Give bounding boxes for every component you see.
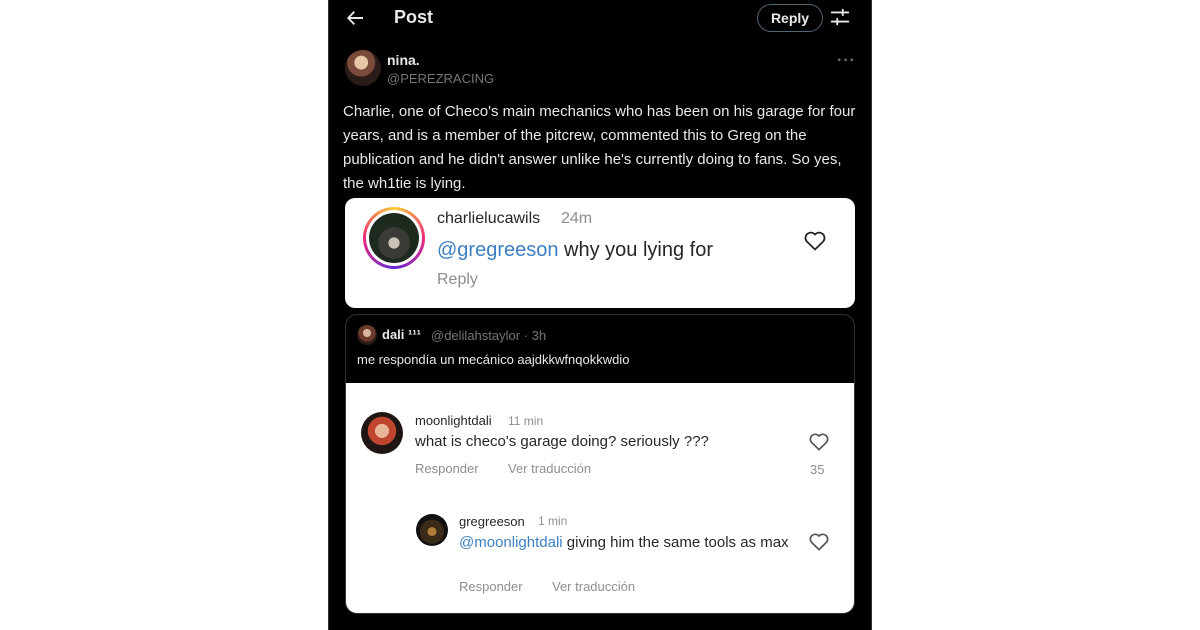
comment-body: why you lying for	[558, 239, 713, 261]
comment-time: 11 min	[508, 414, 544, 428]
arrow-left-icon[interactable]	[343, 6, 367, 30]
more-options-icon[interactable]: ···	[837, 52, 856, 70]
reply-username: gregreeson	[459, 514, 525, 529]
quoted-avatar	[357, 325, 377, 345]
heart-icon	[804, 231, 826, 251]
story-ring	[363, 207, 425, 269]
comment-translate-link: Ver traducción	[508, 461, 592, 476]
quoted-author-name: dali ¹¹¹	[382, 327, 421, 342]
quoted-comment-screenshot[interactable]: charlielucawils 24m @gregreeson why you …	[345, 198, 855, 308]
post-screen: Post Reply nina. @PEREZRACING ··· Charli…	[328, 0, 872, 630]
reply-reply-link: Responder	[459, 579, 523, 594]
comment-text: what is checo's garage doing? seriously …	[415, 433, 709, 450]
reply-avatar	[416, 514, 448, 546]
reply-button[interactable]: Reply	[757, 4, 823, 32]
post-text: Charlie, one of Checo's main mechanics w…	[343, 103, 856, 192]
heart-icon	[809, 533, 829, 551]
author-name[interactable]: nina.	[387, 52, 420, 68]
comment-avatar	[361, 412, 403, 454]
comment-reply-link: Reply	[437, 271, 478, 288]
quoted-author-meta: @delilahstaylor · 3h	[431, 328, 547, 343]
author-avatar[interactable]	[345, 50, 381, 86]
sliders-icon[interactable]	[829, 6, 851, 28]
comment-username: moonlightdali	[415, 413, 492, 428]
commenter-avatar	[369, 213, 419, 263]
header: Post Reply	[329, 0, 871, 38]
comment-username: charlielucawils	[437, 210, 541, 227]
reply-translate-link: Ver traducción	[552, 579, 636, 594]
comment-reply-link: Responder	[415, 461, 479, 476]
like-count: 35	[810, 462, 825, 477]
quoted-image: moonlightdali 11 min what is checo's gar…	[346, 383, 854, 613]
comment-time: 24m	[561, 210, 593, 227]
mention-link: @moonlightdali	[459, 534, 563, 551]
reply-time: 1 min	[538, 514, 568, 528]
comment-text: @gregreeson why you lying for	[437, 239, 713, 262]
quoted-text: me respondía un mecánico aajdkkwfnqokkwd…	[357, 352, 630, 367]
reply-body: giving him the same tools as max	[562, 534, 789, 551]
quoted-tweet[interactable]: dali ¹¹¹ @delilahstaylor · 3h me respond…	[345, 314, 855, 614]
heart-icon	[809, 433, 829, 451]
author-handle[interactable]: @PEREZRACING	[387, 71, 494, 86]
reply-text: @moonlightdali giving him the same tools…	[459, 534, 789, 552]
page-title: Post	[394, 7, 434, 27]
mention-link: @gregreeson	[437, 239, 559, 261]
